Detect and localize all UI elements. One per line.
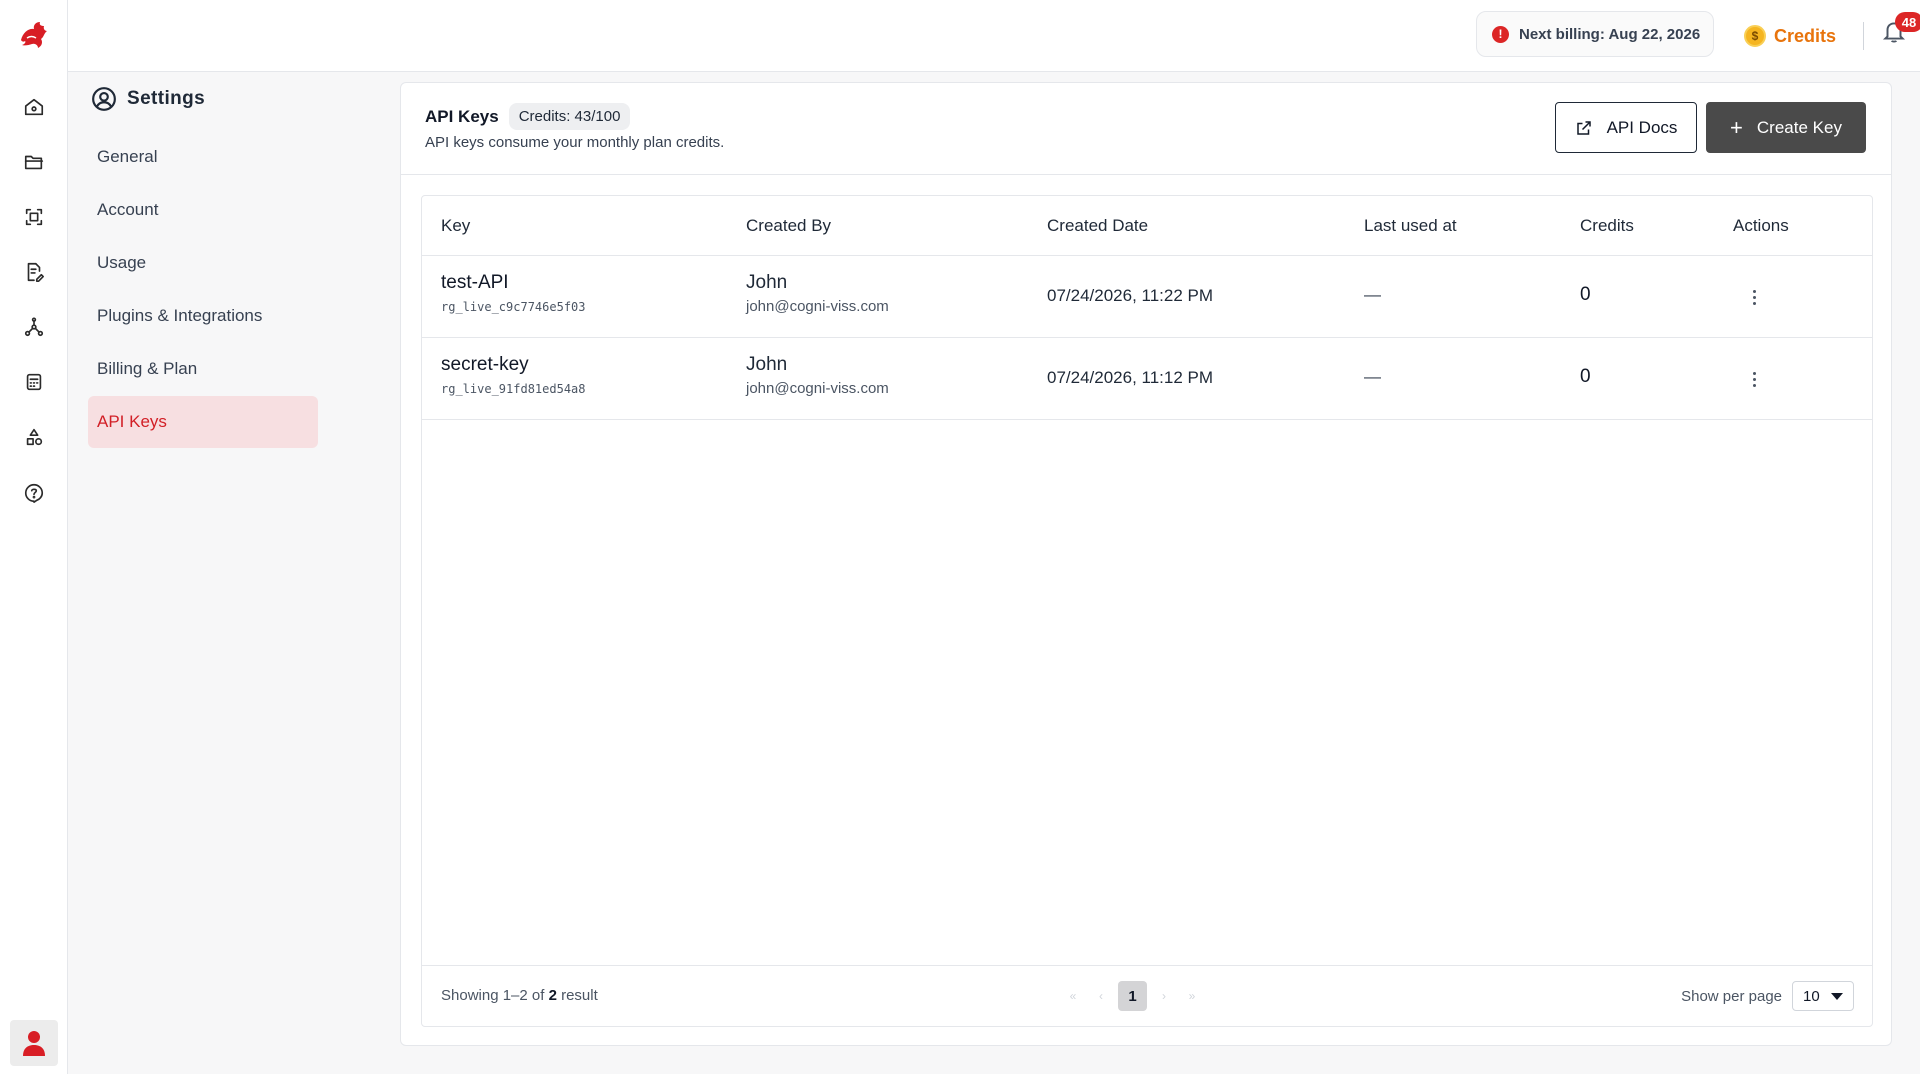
pagination: « ‹ 1 › » xyxy=(1062,981,1203,1011)
external-link-icon xyxy=(1576,120,1591,135)
next-billing-text: Next billing: Aug 22, 2026 xyxy=(1519,25,1701,43)
api-keys-table: Key Created By Created Date Last used at… xyxy=(421,195,1873,1027)
prev-page-icon[interactable]: ‹ xyxy=(1090,981,1112,1011)
created-by-cell: John john@cogni-viss.com xyxy=(746,272,889,315)
creator-email: john@cogni-viss.com xyxy=(746,298,889,315)
settings-menu-account[interactable]: Account xyxy=(88,184,318,236)
folder-icon[interactable] xyxy=(19,147,49,177)
scan-icon[interactable] xyxy=(19,202,49,232)
column-header-created-date[interactable]: Created Date xyxy=(1047,216,1148,236)
last-page-icon[interactable]: » xyxy=(1181,981,1203,1011)
document-edit-icon[interactable] xyxy=(19,257,49,287)
panel-header: API Keys Credits: 43/100 API keys consum… xyxy=(401,83,1891,175)
creator-name: John xyxy=(746,354,788,375)
user-icon xyxy=(23,1031,45,1056)
key-name: test-API xyxy=(441,272,509,293)
menu-item-label: Plugins & Integrations xyxy=(97,306,263,325)
credits-usage-chip: Credits: 43/100 xyxy=(508,103,631,130)
brand-logo-icon[interactable] xyxy=(17,18,51,52)
column-header-credits[interactable]: Credits xyxy=(1580,216,1634,236)
notification-count-badge: 48 xyxy=(1895,12,1920,32)
column-header-last-used[interactable]: Last used at xyxy=(1364,216,1457,236)
key-cell: secret-key rg_live_91fd81ed54a8 xyxy=(441,354,586,396)
menu-item-label: Billing & Plan xyxy=(97,359,198,378)
workflow-icon[interactable] xyxy=(19,312,49,342)
column-header-actions: Actions xyxy=(1733,216,1789,235)
notifications-button[interactable]: 48 xyxy=(1881,12,1920,50)
user-avatar-button[interactable] xyxy=(10,1020,58,1066)
per-page-label: Show per page xyxy=(1681,987,1782,1005)
results-total: 2 xyxy=(548,987,557,1004)
created-date: 07/24/2026, 11:22 PM xyxy=(1047,286,1214,305)
menu-item-label: General xyxy=(97,147,158,166)
table-footer: Showing 1–2 of 2 result « ‹ 1 › » Show p… xyxy=(422,965,1872,1026)
create-key-button[interactable]: + Create Key xyxy=(1706,102,1866,153)
settings-menu-plugins[interactable]: Plugins & Integrations xyxy=(88,290,318,342)
row-actions-menu-icon[interactable] xyxy=(1744,369,1764,389)
page-subtitle: API keys consume your monthly plan credi… xyxy=(425,134,725,151)
last-used: — xyxy=(1364,285,1381,304)
help-circle-icon[interactable] xyxy=(19,478,49,508)
page-title: API Keys xyxy=(425,106,499,126)
coin-icon: $ xyxy=(1744,25,1766,47)
page-button-current[interactable]: 1 xyxy=(1118,981,1147,1011)
row-actions-menu-icon[interactable] xyxy=(1744,287,1764,307)
key-credits: 0 xyxy=(1580,284,1591,305)
divider xyxy=(1863,22,1864,50)
per-page-control: Show per page 10 xyxy=(1681,981,1854,1011)
results-summary: Showing 1–2 of 2 result xyxy=(441,987,598,1004)
shapes-icon[interactable] xyxy=(19,422,49,452)
results-suffix: result xyxy=(556,987,598,1004)
settings-heading: Settings xyxy=(91,86,205,112)
key-id: rg_live_c9c7746e5f03 xyxy=(441,300,586,314)
user-circle-icon xyxy=(92,87,116,111)
creator-email: john@cogni-viss.com xyxy=(746,380,889,397)
settings-menu-general[interactable]: General xyxy=(88,131,318,183)
home-icon[interactable] xyxy=(19,92,49,122)
chevron-down-icon xyxy=(1831,992,1843,1000)
panel-title-row: API Keys Credits: 43/100 xyxy=(425,103,631,130)
api-keys-panel: API Keys Credits: 43/100 API keys consum… xyxy=(400,82,1892,1046)
settings-title: Settings xyxy=(127,88,206,109)
table-header: Key Created By Created Date Last used at… xyxy=(422,196,1872,256)
settings-menu-billing[interactable]: Billing & Plan xyxy=(88,343,318,395)
menu-item-label: Usage xyxy=(97,253,147,272)
settings-menu-api-keys[interactable]: API Keys xyxy=(88,396,318,448)
plus-icon: + xyxy=(1730,114,1743,140)
key-name: secret-key xyxy=(441,354,529,375)
settings-menu: General Account Usage Plugins & Integrat… xyxy=(88,131,318,449)
per-page-value: 10 xyxy=(1803,987,1820,1005)
creator-name: John xyxy=(746,272,788,293)
create-key-label: Create Key xyxy=(1756,117,1842,137)
per-page-select[interactable]: 10 xyxy=(1792,981,1854,1011)
key-cell: test-API rg_live_c9c7746e5f03 xyxy=(441,272,586,314)
credits-label: Credits xyxy=(1774,25,1837,46)
menu-item-label: API Keys xyxy=(97,412,167,431)
next-page-icon[interactable]: › xyxy=(1153,981,1175,1011)
credits-button[interactable]: $ Credits xyxy=(1744,20,1836,52)
last-used: — xyxy=(1364,367,1381,386)
menu-item-label: Account xyxy=(97,200,159,219)
first-page-icon[interactable]: « xyxy=(1062,981,1084,1011)
calculator-icon[interactable] xyxy=(19,367,49,397)
left-rail xyxy=(0,0,68,1074)
next-billing-badge[interactable]: ! Next billing: Aug 22, 2026 xyxy=(1476,11,1714,57)
created-by-cell: John john@cogni-viss.com xyxy=(746,354,889,397)
results-prefix: Showing 1–2 of xyxy=(441,987,549,1004)
alert-icon: ! xyxy=(1492,25,1509,43)
api-docs-button[interactable]: API Docs xyxy=(1555,102,1697,153)
table-row[interactable]: secret-key rg_live_91fd81ed54a8 John joh… xyxy=(422,338,1872,420)
key-credits: 0 xyxy=(1580,366,1591,387)
settings-menu-usage[interactable]: Usage xyxy=(88,237,318,289)
api-docs-label: API Docs xyxy=(1606,117,1678,137)
table-row[interactable]: test-API rg_live_c9c7746e5f03 John john@… xyxy=(422,256,1872,338)
column-header-key[interactable]: Key xyxy=(441,216,470,236)
key-id: rg_live_91fd81ed54a8 xyxy=(441,382,586,396)
created-date: 07/24/2026, 11:12 PM xyxy=(1047,368,1214,387)
column-header-created-by[interactable]: Created By xyxy=(746,216,831,236)
top-bar: ! Next billing: Aug 22, 2026 $ Credits 4… xyxy=(68,0,1920,72)
